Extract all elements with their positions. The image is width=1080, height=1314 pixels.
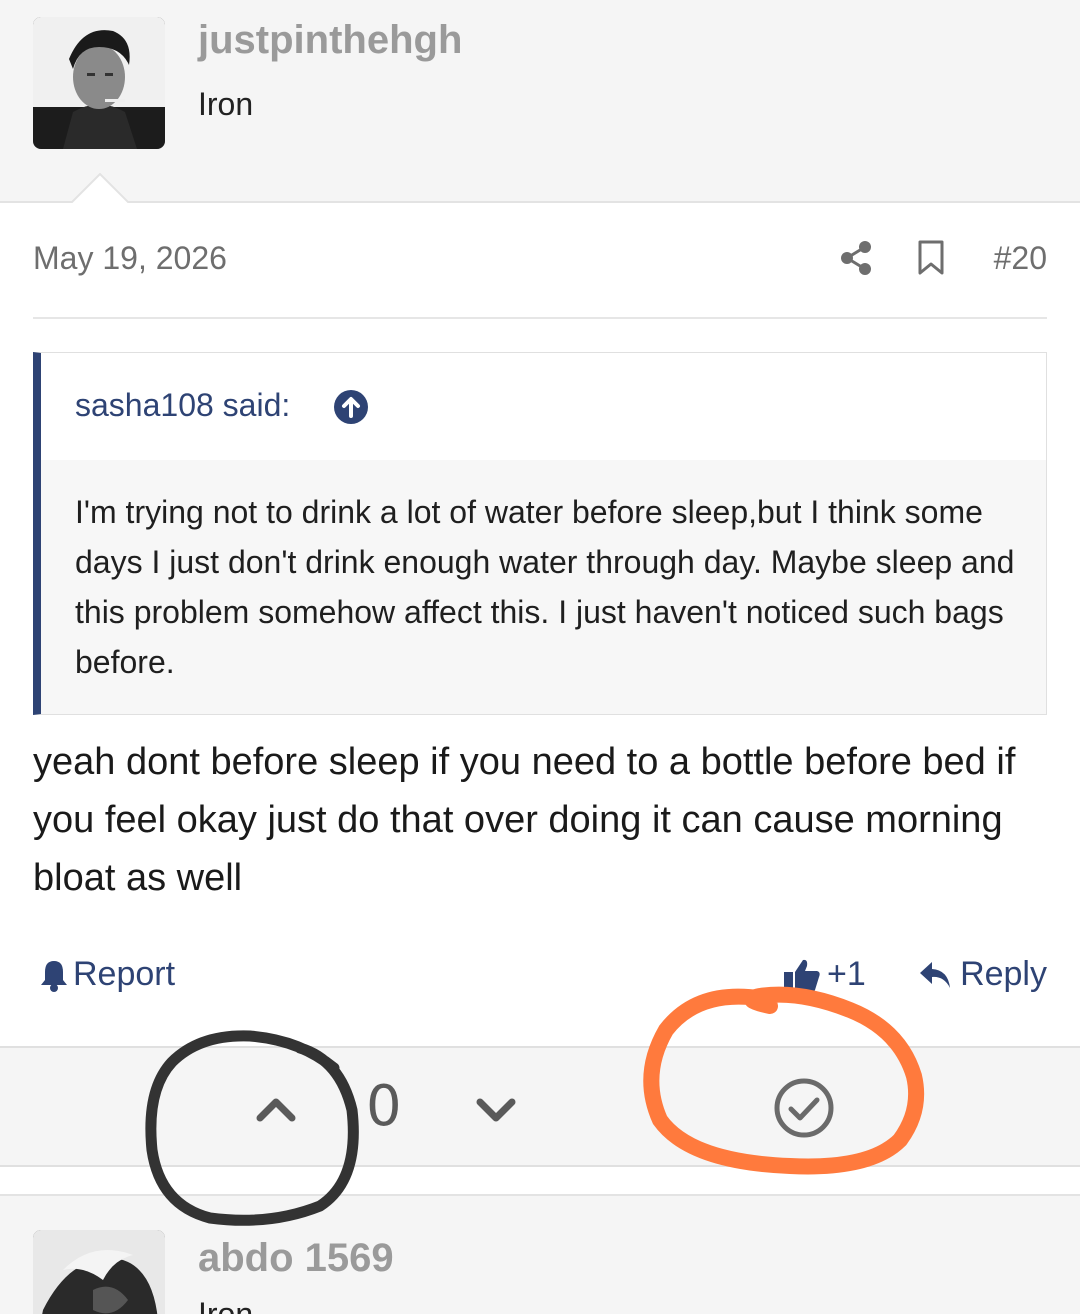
next-post-header: abdo 1569 Iron	[0, 1194, 1080, 1314]
author-title: Iron	[198, 86, 254, 122]
post-pointer-notch	[70, 173, 130, 205]
report-label: Report	[73, 955, 176, 993]
next-author-title: Iron	[198, 1296, 254, 1314]
quote-header: sasha108 said:	[41, 353, 1046, 460]
bookmark-icon[interactable]	[917, 240, 945, 276]
meta-divider	[33, 317, 1047, 319]
arrow-up-circle-icon[interactable]	[333, 389, 369, 425]
post-actions: Report +1 Reply	[33, 953, 1047, 1003]
vote-bar: 0	[0, 1046, 1080, 1167]
reply-label: Reply	[960, 955, 1047, 993]
like-button[interactable]: +1	[783, 955, 866, 994]
quote-text: I'm trying not to drink a lot of water b…	[75, 494, 1015, 680]
vote-count: 0	[366, 1074, 402, 1139]
post-meta-row: May 19, 2026 #20	[33, 238, 1047, 282]
quote-author-link[interactable]: sasha108 said:	[75, 387, 290, 424]
quote-block: sasha108 said: I'm trying not to drink a…	[33, 352, 1047, 715]
next-author-username[interactable]: abdo 1569	[198, 1236, 394, 1281]
reply-arrow-icon	[920, 961, 951, 988]
thumbs-up-icon	[784, 959, 820, 992]
report-button[interactable]: Report	[39, 955, 175, 994]
like-count: +1	[827, 955, 866, 993]
bell-icon	[41, 960, 67, 992]
post-author-header: justpinthehgh Iron	[0, 0, 1080, 205]
author-username[interactable]: justpinthehgh	[198, 18, 462, 63]
mark-solution-check-icon[interactable]	[772, 1076, 836, 1140]
chevron-down-icon[interactable]	[474, 1092, 518, 1132]
share-icon[interactable]	[839, 240, 873, 276]
post-date[interactable]: May 19, 2026	[33, 240, 227, 277]
author-avatar[interactable]	[33, 17, 165, 149]
post-body: yeah dont before sleep if you need to a …	[33, 741, 1016, 899]
chevron-up-icon[interactable]	[254, 1088, 298, 1128]
post-number-link[interactable]: #20	[994, 240, 1047, 277]
reply-button[interactable]: Reply	[918, 955, 1047, 994]
next-author-avatar[interactable]	[33, 1230, 165, 1314]
